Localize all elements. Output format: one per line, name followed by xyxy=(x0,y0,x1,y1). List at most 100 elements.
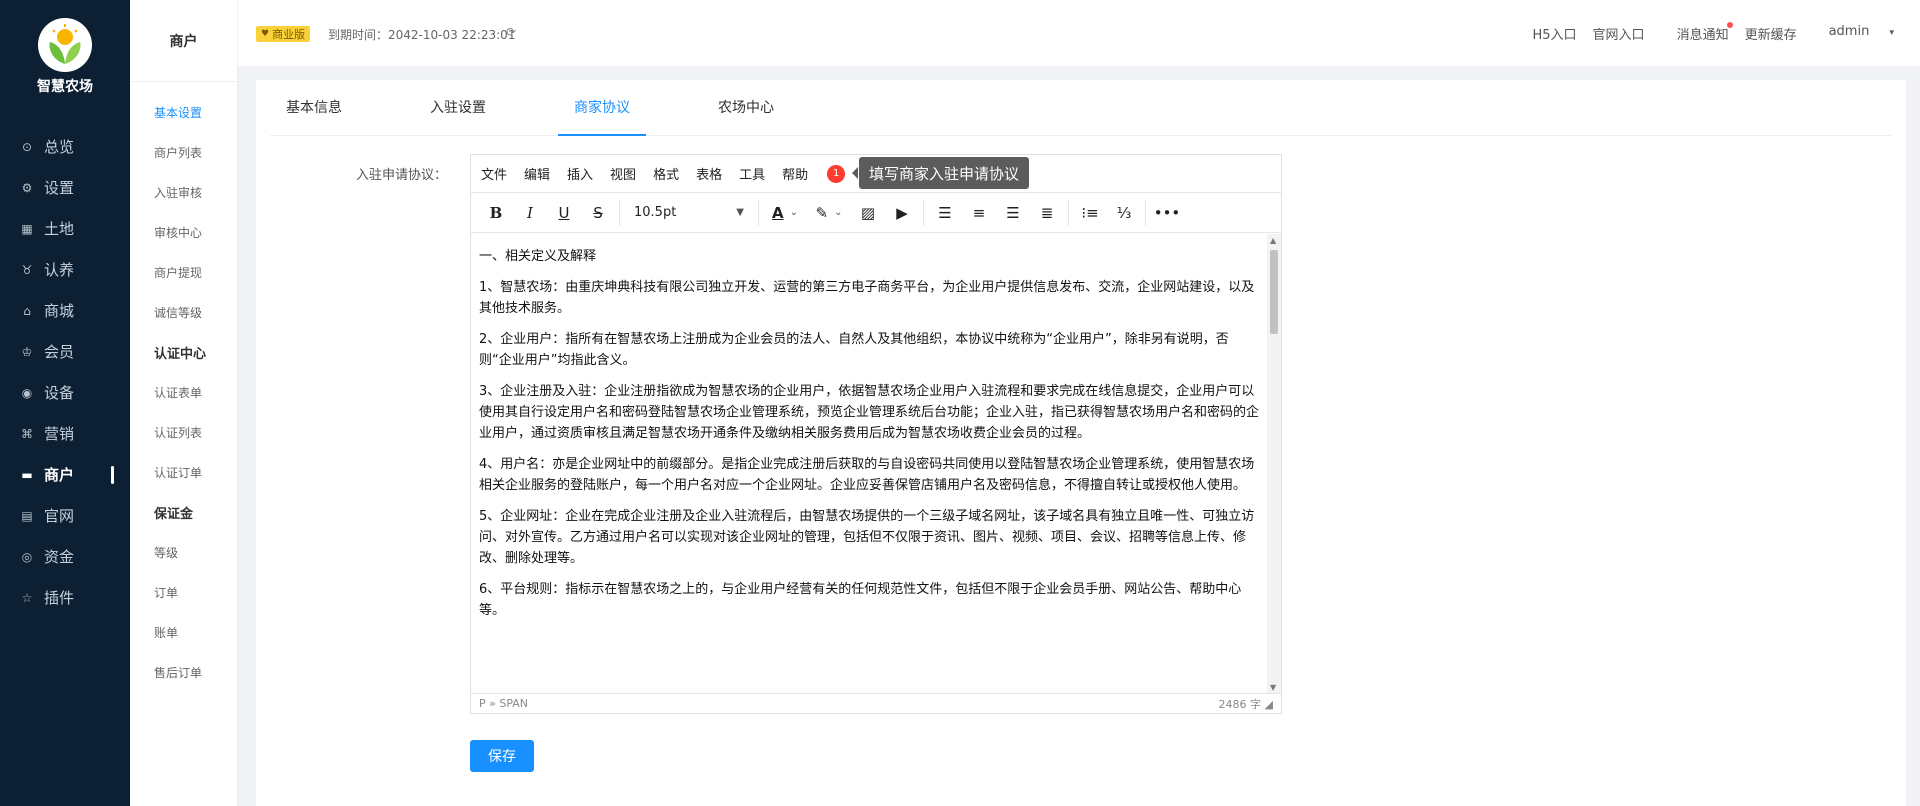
agreement-paragraph: 4、用户名：亦是企业网址中的前缀部分。是指企业完成注册后获取的与自设密码共同使用… xyxy=(479,457,1255,493)
main-menu-label: 营销 xyxy=(44,425,75,443)
editor-menu-item[interactable]: 编辑 xyxy=(524,164,550,183)
bold-button[interactable]: B xyxy=(479,199,513,227)
tab-item[interactable]: 农场中心 xyxy=(702,80,790,136)
diamond-icon: ♥ xyxy=(261,29,270,39)
sub-menu-item[interactable]: 售后订单 xyxy=(154,652,237,692)
main-menu-item[interactable]: ▦ 土地 xyxy=(0,208,130,249)
align-left-button[interactable]: ☰ xyxy=(928,199,962,227)
sub-menu-item[interactable]: 入驻审核 xyxy=(154,172,237,212)
align-center-button[interactable]: ≡ xyxy=(962,199,996,227)
editor-content[interactable]: 一、相关定义及解释 1、智慧农场：由重庆坤典科技有限公司独立开发、运营的第三方电子… xyxy=(471,234,1267,694)
editor-menu-item[interactable]: 文件 xyxy=(481,164,507,183)
chevron-down-icon: ⌄ xyxy=(834,207,843,218)
more-button[interactable]: ••• xyxy=(1150,199,1184,227)
tab-item[interactable]: 商家协议 xyxy=(558,80,646,136)
toolbar-divider xyxy=(1145,199,1146,226)
justify-button[interactable]: ≣ xyxy=(1030,199,1064,227)
media-icon: ▶ xyxy=(896,203,908,222)
tab-item[interactable]: 基本信息 xyxy=(270,80,358,136)
agreement-paragraph: 3、企业注册及入驻：企业注册指欲成为智慧农场的企业用户，依据智慧农场企业用户入驻… xyxy=(479,384,1260,441)
notifications-link[interactable]: 消息通知 xyxy=(1661,22,1733,43)
main-menu-item[interactable]: ☆ 插件 xyxy=(0,577,130,618)
editor-scrollbar[interactable]: ▲ ▼ xyxy=(1267,234,1281,694)
merchant-icon: ▬ xyxy=(21,467,33,482)
website-icon: ▤ xyxy=(21,508,33,523)
main-menu-item[interactable]: ◎ 资金 xyxy=(0,536,130,577)
hint-tooltip: 填写商家入驻申请协议 xyxy=(851,157,1030,189)
sub-menu-item[interactable]: 诚信等级 xyxy=(154,292,237,332)
refresh-icon[interactable]: ⟳ xyxy=(506,25,516,39)
editor-menu-item[interactable]: 表格 xyxy=(696,164,722,183)
device-icon: ◉ xyxy=(21,385,33,400)
numbered-list-button[interactable]: ⅓ xyxy=(1107,199,1141,227)
user-menu[interactable]: admin ▾ xyxy=(1813,24,1894,43)
agreement-label: 入驻申请协议： xyxy=(356,168,448,183)
main-menu-item[interactable]: ⊙ 总览 xyxy=(0,126,130,167)
sub-menu-item[interactable]: 订单 xyxy=(154,572,237,612)
sub-menu-item[interactable]: 认证列表 xyxy=(154,412,237,452)
chevron-down-icon: ▼ xyxy=(736,207,744,218)
editor-menu-item[interactable]: 格式 xyxy=(653,164,679,183)
top-header: ♥ 商业版 到期时间：2042-10-03 22:23:01 ⟳ H5入口 官网… xyxy=(238,0,1920,66)
editor-toolbar: B I U S 10.5pt ▼ A ⌄ ✎ ⌄ ▨ ▶ ☰ ≡ ☰ ≣ ⁝≡ … xyxy=(471,193,1281,233)
header-links: H5入口 官网入口 消息通知 更新缓存 admin ▾ xyxy=(1517,22,1894,43)
main-menu-item[interactable]: ▬ 商户 xyxy=(0,454,130,495)
logo-text: 智慧农场 xyxy=(37,79,93,95)
settings-tabs: 基本信息 入驻设置 商家协议 农场中心 xyxy=(270,80,1892,136)
tab-item[interactable]: 入驻设置 xyxy=(414,80,502,136)
bullet-list-button[interactable]: ⁝≡ xyxy=(1073,199,1107,227)
h5-entry-link[interactable]: H5入口 xyxy=(1533,24,1577,43)
editor-menu-item[interactable]: 视图 xyxy=(610,164,636,183)
resize-handle-icon[interactable]: ◢ xyxy=(1265,698,1273,711)
logo[interactable]: 智慧农场 xyxy=(0,0,130,96)
align-center-icon: ≡ xyxy=(972,203,986,222)
website-entry-link[interactable]: 官网入口 xyxy=(1593,24,1645,43)
sub-menu-item[interactable]: 等级 xyxy=(154,532,237,572)
font-size-value: 10.5pt xyxy=(634,205,677,220)
sub-sidebar: 商户 基本设置 商户列表 入驻审核 审核中心 商户提现 诚信等级 认证中心 认证表单 认证列表认… xyxy=(130,0,238,806)
main-menu-item[interactable]: ▤ 官网 xyxy=(0,495,130,536)
notifications-label: 消息通知 xyxy=(1676,28,1729,43)
insert-media-button[interactable]: ▶ xyxy=(885,199,919,227)
sub-sidebar-title: 商户 xyxy=(130,0,237,82)
main-menu-item[interactable]: ♉ 认养 xyxy=(0,249,130,290)
sub-menu-item[interactable]: 认证表单 xyxy=(154,372,237,412)
main-menu-item[interactable]: ⌘ 营销 xyxy=(0,413,130,454)
scroll-thumb[interactable] xyxy=(1270,250,1278,334)
sub-menu-item[interactable]: 基本设置 xyxy=(154,92,237,132)
main-menu-item[interactable]: ♔ 会员 xyxy=(0,331,130,372)
main-menu-label: 资金 xyxy=(44,548,75,566)
more-icon: ••• xyxy=(1153,203,1181,222)
numbered-list-icon: ⅓ xyxy=(1116,203,1132,222)
strikethrough-button[interactable]: S xyxy=(581,199,615,227)
insert-image-button[interactable]: ▨ xyxy=(851,199,885,227)
align-left-icon: ☰ xyxy=(938,203,952,222)
align-right-button[interactable]: ☰ xyxy=(996,199,1030,227)
agreement-paragraph: 5、企业网址：企业在完成企业注册及企业入驻流程后，由智慧农场提供的一个三级子域名… xyxy=(479,509,1255,566)
member-icon: ♔ xyxy=(21,344,33,359)
font-size-select[interactable]: 10.5pt ▼ xyxy=(624,199,754,227)
main-menu-item[interactable]: ◉ 设备 xyxy=(0,372,130,413)
editor-menu-item[interactable]: 插入 xyxy=(567,164,593,183)
main-menu-item[interactable]: ⌂ 商城 xyxy=(0,290,130,331)
main-menu-label: 会员 xyxy=(44,343,75,361)
editor-menu-item[interactable]: 工具 xyxy=(739,164,765,183)
marketing-icon: ⌘ xyxy=(21,426,33,441)
update-cache-link[interactable]: 更新缓存 xyxy=(1745,24,1797,43)
italic-button[interactable]: I xyxy=(513,199,547,227)
save-button[interactable]: 保存 xyxy=(470,740,534,772)
sub-menu-item[interactable]: 商户提现 xyxy=(154,252,237,292)
highlight-color-button[interactable]: ✎ ⌄ xyxy=(807,199,851,227)
sub-menu-item[interactable]: 认证订单 xyxy=(154,452,237,492)
sub-menu-item[interactable]: 商户列表 xyxy=(154,132,237,172)
toolbar-divider xyxy=(619,199,620,226)
sub-menu-item[interactable]: 账单 xyxy=(154,612,237,652)
text-color-button[interactable]: A ⌄ xyxy=(763,199,807,227)
editor-menu-item[interactable]: 帮助 xyxy=(782,164,808,183)
scroll-down-icon[interactable]: ▼ xyxy=(1270,683,1276,692)
sub-menu-item[interactable]: 审核中心 xyxy=(154,212,237,252)
edition-badge: ♥ 商业版 xyxy=(256,26,311,42)
main-menu-item[interactable]: ⚙ 设置 xyxy=(0,167,130,208)
scroll-up-icon[interactable]: ▲ xyxy=(1270,236,1276,245)
underline-button[interactable]: U xyxy=(547,199,581,227)
